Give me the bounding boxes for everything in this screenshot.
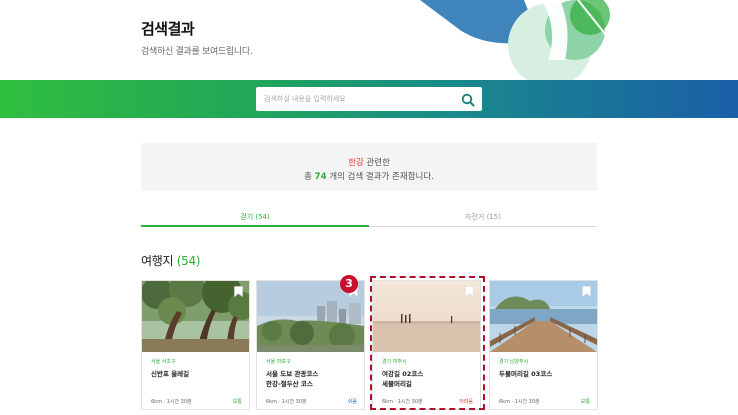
- section-title-label: 여행지: [141, 254, 177, 268]
- card-meta: 6km · 1시간 30분: [499, 399, 540, 405]
- card-meta: 6km · 1시간 30분: [151, 399, 192, 405]
- card-difficulty: 보통: [232, 399, 242, 405]
- highlight-frame: [370, 276, 485, 410]
- search-keyword: 한강: [348, 158, 364, 168]
- section-title: 여행지 (54): [141, 252, 200, 269]
- course-card[interactable]: 서울 서초구 신반포 올레길 6km · 1시간 30분 보통: [141, 280, 250, 410]
- page-title: 검색결과: [141, 20, 195, 38]
- card-title: 신반포 올레길: [151, 369, 246, 379]
- result-count: 74: [314, 172, 327, 182]
- search-input[interactable]: [264, 91, 459, 107]
- card-meta: 6km · 1시간 30분: [266, 399, 307, 405]
- search-icon[interactable]: [461, 93, 475, 107]
- step-badge: 3: [340, 275, 358, 293]
- bookmark-icon[interactable]: [582, 286, 591, 297]
- summary-line1-suffix: 관련한: [363, 158, 390, 168]
- course-card[interactable]: 경기 남양주시 두물머리길 03코스 6km · 1시간 30분 보통: [489, 280, 598, 410]
- page-subtitle: 검색하신 결과를 보여드립니다.: [141, 47, 253, 57]
- bookmark-icon[interactable]: [234, 286, 243, 297]
- card-title-line1: 두물머리길 03코스: [499, 370, 553, 378]
- card-title-line1: 서울 도보 관광코스: [266, 370, 319, 378]
- card-difficulty: 보통: [580, 399, 590, 405]
- summary-keyword-line: 한강 관련한: [141, 156, 597, 168]
- result-summary: 한강 관련한 총 74 개의 검색 결과가 존재합니다.: [141, 143, 597, 191]
- course-card[interactable]: 서울 마포구 서울 도보 관광코스 한강-절두산 코스 6km · 1시간 30…: [256, 280, 365, 410]
- summary-count-line: 총 74 개의 검색 결과가 존재합니다.: [141, 170, 597, 182]
- card-title: 서울 도보 관광코스 한강-절두산 코스: [266, 369, 361, 389]
- summary-line2-prefix: 총: [304, 172, 315, 182]
- hero-illustration: [420, 0, 611, 80]
- card-region: 경기 남양주시: [499, 359, 529, 365]
- card-title: 두물머리길 03코스: [499, 369, 594, 379]
- card-difficulty: 쉬움: [347, 399, 357, 405]
- card-region: 서울 마포구: [266, 359, 291, 365]
- tab-active-indicator: [141, 225, 369, 227]
- card-title-line1: 신반포 올레길: [151, 370, 190, 378]
- section-count: (54): [176, 254, 201, 268]
- card-title-line2: 한강-절두산 코스: [266, 380, 313, 388]
- summary-line2-suffix: 개의 검색 결과가 존재합니다.: [326, 172, 434, 182]
- page-header: 검색결과 검색하신 결과를 보여드립니다.: [0, 0, 738, 80]
- search-box[interactable]: [256, 87, 482, 111]
- card-image-boardwalk: [490, 281, 597, 352]
- card-region: 서울 서초구: [151, 359, 176, 365]
- card-image-forest: [142, 281, 249, 352]
